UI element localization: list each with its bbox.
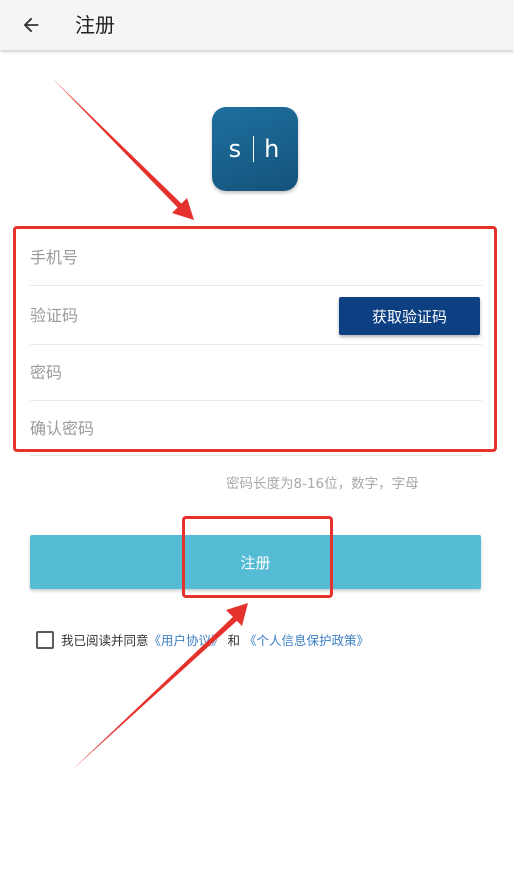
back-button[interactable]: [12, 6, 50, 44]
annotation-arrow-top: [52, 78, 194, 220]
privacy-policy-link[interactable]: 《个人信息保护政策》: [244, 630, 369, 649]
agreement-prefix: 我已阅读并同意: [61, 633, 149, 648]
confirm-password-field-row: [30, 401, 482, 456]
logo-separator: [253, 136, 255, 162]
agreement-row: 我已阅读并同意 《用户协议》 和 《个人信息保护政策》: [36, 630, 369, 649]
register-form: 获取验证码: [30, 230, 482, 456]
password-field-row: [30, 345, 482, 401]
page-title: 注册: [75, 13, 115, 37]
code-field-row: 获取验证码: [30, 286, 482, 345]
phone-input[interactable]: [30, 248, 482, 267]
logo-letter-s: s: [228, 135, 244, 163]
password-hint: 密码长度为8-16位，数字，字母: [226, 476, 419, 492]
verification-code-input[interactable]: [30, 305, 320, 325]
app-bar: 注册: [0, 0, 514, 50]
get-code-button[interactable]: 获取验证码: [339, 297, 480, 335]
annotation-arrow-bottom: [72, 603, 248, 770]
arrow-left-icon: [23, 17, 39, 33]
register-button[interactable]: 注册: [30, 535, 481, 589]
user-agreement-link[interactable]: 《用户协议》: [149, 630, 224, 649]
phone-field-row: [30, 230, 482, 286]
confirm-password-input[interactable]: [30, 418, 482, 438]
app-logo: s h: [212, 107, 298, 191]
agreement-checkbox[interactable]: [36, 630, 54, 649]
logo-letter-h: h: [264, 135, 282, 163]
agreement-conjunction: 和: [223, 633, 244, 648]
password-input[interactable]: [30, 363, 482, 382]
